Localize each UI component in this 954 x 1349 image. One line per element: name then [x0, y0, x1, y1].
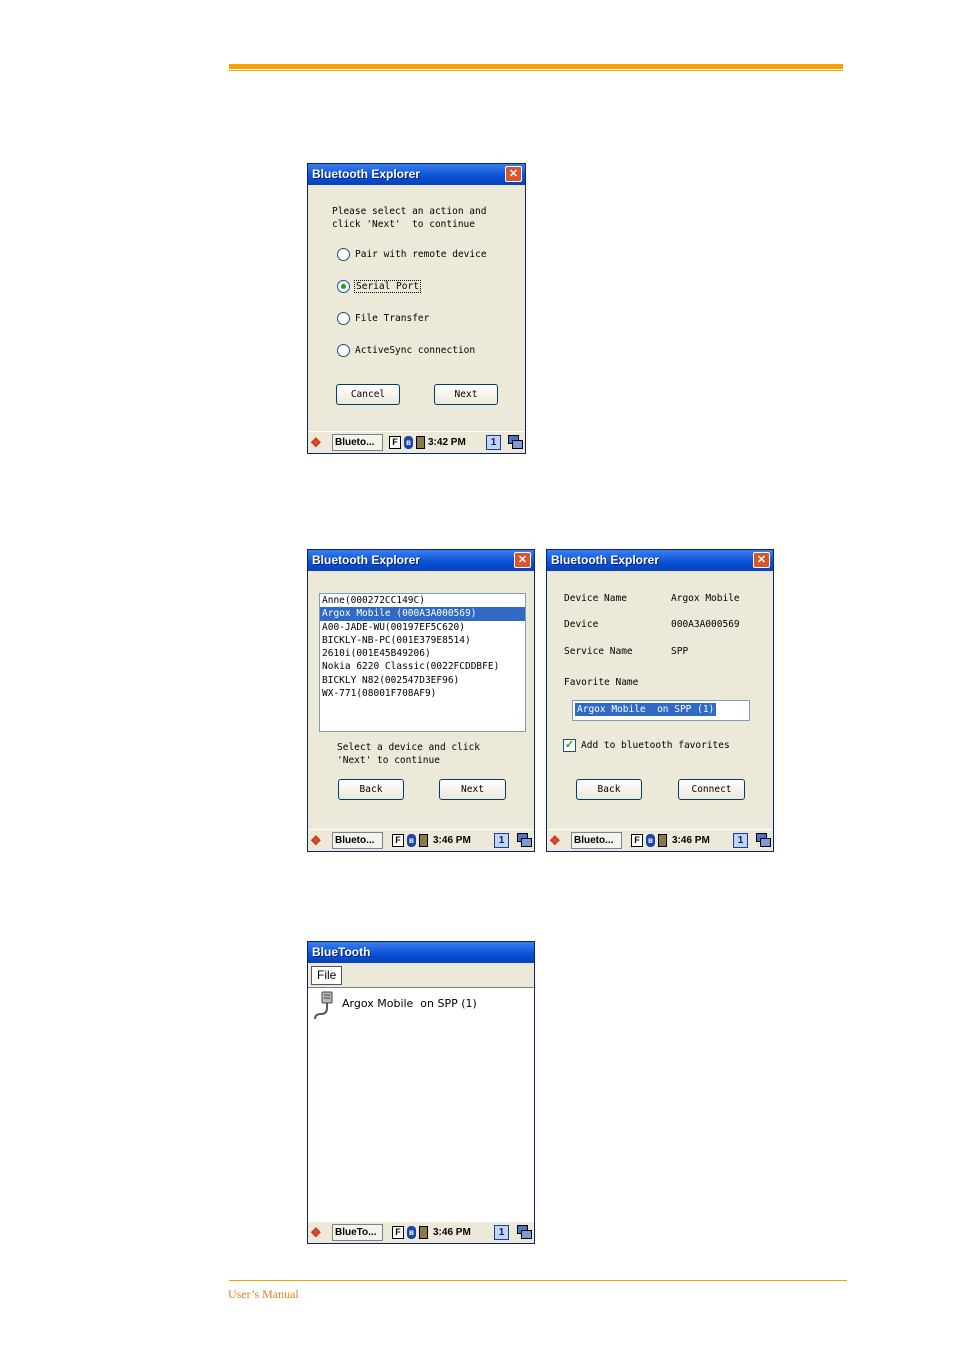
- taskbar-task-button[interactable]: Blueto...: [332, 434, 383, 451]
- file-menu[interactable]: File: [311, 966, 343, 985]
- battery-icon[interactable]: [416, 436, 425, 449]
- connect-button[interactable]: Connect: [678, 779, 745, 800]
- footer-rule: [229, 1280, 847, 1281]
- list-item[interactable]: Anne(000272CC149C): [320, 594, 525, 607]
- clock: 3:46 PM: [672, 835, 710, 846]
- back-button[interactable]: Back: [338, 779, 404, 800]
- close-icon[interactable]: ✕: [753, 552, 770, 568]
- list-item[interactable]: BICKLY N82(002547D3EF96): [320, 674, 525, 687]
- list-item[interactable]: Nokia 6220 Classic(0022FCDDBFE): [320, 660, 525, 673]
- desktop-number-icon[interactable]: 1: [486, 435, 501, 450]
- show-desktop-icon[interactable]: [517, 1225, 532, 1239]
- battery-icon[interactable]: [419, 834, 428, 847]
- serial-port-icon: [314, 991, 333, 1020]
- favorite-name-value: Argox Mobile on SPP (1): [575, 703, 717, 716]
- battery-icon[interactable]: [658, 834, 667, 847]
- favorites-list: Argox Mobile on SPP (1): [308, 988, 534, 1221]
- bluetooth-explorer-device-dialog: Bluetooth Explorer ✕ Anne(000272CC149C) …: [307, 549, 535, 852]
- bluetooth-favorites-window: BlueTooth File Argox Mobile on SPP (1) ❖…: [307, 941, 535, 1244]
- dialog-title: Bluetooth Explorer: [547, 550, 773, 571]
- bluetooth-icon[interactable]: ʙ: [646, 834, 655, 847]
- instruction-line-2: click 'Next' to continue: [332, 219, 475, 230]
- taskbar: ❖ Blueto... F ʙ 3:46 PM 1: [308, 829, 534, 851]
- device-name-value: Argox Mobile: [671, 593, 740, 604]
- clock: 3:46 PM: [433, 835, 471, 846]
- radio-pair-with-remote-device[interactable]: [337, 248, 350, 261]
- favorite-item-label[interactable]: Argox Mobile on SPP (1): [342, 997, 477, 1010]
- device-label: Device: [564, 619, 599, 630]
- clock: 3:42 PM: [428, 437, 466, 448]
- device-list[interactable]: Anne(000272CC149C) Argox Mobile (000A3A0…: [319, 593, 526, 732]
- close-icon[interactable]: ✕: [514, 552, 531, 568]
- service-name-value: SPP: [671, 646, 689, 657]
- footer-text: User’s Manual: [228, 1287, 299, 1301]
- clock: 3:46 PM: [433, 1227, 471, 1238]
- back-button[interactable]: Back: [576, 779, 642, 800]
- taskbar-task-button[interactable]: Blueto...: [332, 832, 383, 849]
- add-favorites-checkbox[interactable]: ✓: [563, 739, 576, 752]
- input-panel-icon[interactable]: F: [631, 834, 643, 847]
- close-icon[interactable]: ✕: [505, 166, 522, 182]
- instruction-line-1: Please select an action and: [332, 206, 487, 217]
- device-value: 000A3A000569: [671, 619, 740, 630]
- desktop-number-icon[interactable]: 1: [733, 833, 748, 848]
- start-icon[interactable]: ❖: [310, 1225, 328, 1240]
- next-button[interactable]: Next: [439, 779, 506, 800]
- taskbar: ❖ BlueTo... F ʙ 3:46 PM 1: [308, 1221, 534, 1243]
- show-desktop-icon[interactable]: [517, 833, 532, 847]
- start-icon[interactable]: ❖: [549, 833, 567, 848]
- list-item[interactable]: A00-JADE-WU(00197EF5C620): [320, 621, 525, 634]
- bluetooth-explorer-action-dialog: Bluetooth Explorer ✕ Please select an ac…: [307, 163, 526, 454]
- list-item-selected[interactable]: Argox Mobile (000A3A000569): [320, 607, 525, 621]
- desktop-number-icon[interactable]: 1: [494, 833, 509, 848]
- instruction-line-1: Select a device and click: [337, 742, 480, 753]
- start-icon[interactable]: ❖: [310, 435, 328, 450]
- bluetooth-icon[interactable]: ʙ: [407, 1226, 416, 1239]
- bluetooth-icon[interactable]: ʙ: [404, 436, 413, 449]
- dialog-title: Bluetooth Explorer: [308, 550, 534, 571]
- device-name-label: Device Name: [564, 593, 627, 604]
- radio-file-transfer[interactable]: [337, 312, 350, 325]
- header-rule: [229, 64, 843, 72]
- bluetooth-explorer-favorite-dialog: Bluetooth Explorer ✕ Device Name Argox M…: [546, 549, 774, 852]
- option-label-activesync[interactable]: ActiveSync connection: [355, 345, 475, 356]
- desktop-number-icon[interactable]: 1: [494, 1225, 509, 1240]
- window-title: BlueTooth: [308, 942, 534, 963]
- input-panel-icon[interactable]: F: [392, 1226, 404, 1239]
- menu-bar: File: [308, 963, 534, 988]
- option-label-serial-port[interactable]: Serial Port: [354, 280, 421, 293]
- option-label-pair[interactable]: Pair with remote device: [355, 249, 487, 260]
- next-button[interactable]: Next: [434, 384, 498, 405]
- bluetooth-icon[interactable]: ʙ: [407, 834, 416, 847]
- taskbar-task-button[interactable]: Blueto...: [571, 832, 622, 849]
- input-panel-icon[interactable]: F: [392, 834, 404, 847]
- start-icon[interactable]: ❖: [310, 833, 328, 848]
- show-desktop-icon[interactable]: [508, 435, 523, 449]
- taskbar: ❖ Blueto... F ʙ 3:42 PM 1: [308, 431, 525, 453]
- list-item[interactable]: BICKLY-NB-PC(001E379E8514): [320, 634, 525, 647]
- input-panel-icon[interactable]: F: [389, 436, 401, 449]
- show-desktop-icon[interactable]: [756, 833, 771, 847]
- favorite-name-input[interactable]: Argox Mobile on SPP (1): [572, 700, 750, 721]
- taskbar-task-button[interactable]: BlueTo...: [332, 1224, 383, 1241]
- taskbar: ❖ Blueto... F ʙ 3:46 PM 1: [547, 829, 773, 851]
- list-item[interactable]: 2610i(001E45B49206): [320, 647, 525, 660]
- add-favorites-label[interactable]: Add to bluetooth favorites: [581, 740, 730, 751]
- option-label-file-transfer[interactable]: File Transfer: [355, 313, 429, 324]
- radio-serial-port[interactable]: [337, 280, 350, 293]
- battery-icon[interactable]: [419, 1226, 428, 1239]
- radio-activesync-connection[interactable]: [337, 344, 350, 357]
- cancel-button[interactable]: Cancel: [336, 384, 400, 405]
- list-item[interactable]: WX-771(08001F708AF9): [320, 687, 525, 700]
- favorite-name-label: Favorite Name: [564, 677, 639, 688]
- instruction-line-2: 'Next' to continue: [337, 755, 440, 766]
- dialog-title: Bluetooth Explorer: [308, 164, 525, 185]
- service-name-label: Service Name: [564, 646, 633, 657]
